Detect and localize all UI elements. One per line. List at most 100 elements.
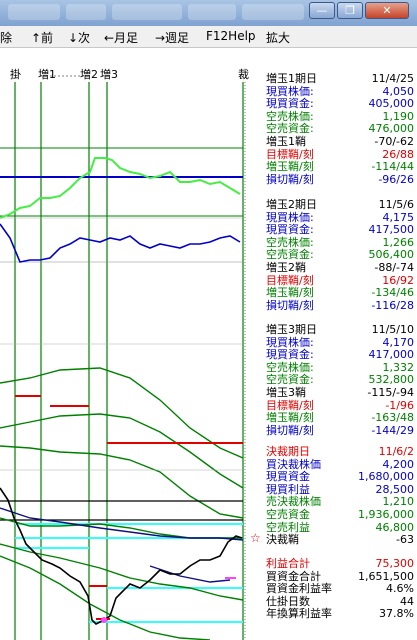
info-label: 損切鞘/刻 (266, 423, 314, 437)
info-label: 現買資金: (266, 348, 314, 362)
info-label: 空売資金: (266, 122, 314, 136)
info-row: 目標鞘/刻 26/88 (266, 148, 414, 161)
info-value: -144/29 (371, 423, 414, 437)
info-label: 現買株価: (266, 210, 314, 224)
info-value: 4,175 (382, 210, 415, 224)
info-value: 532,800 (368, 373, 415, 387)
info-value: 75,300 (375, 557, 415, 570)
info-label: 増玉1期日 (266, 72, 317, 85)
info-panel: 増玉1期日 11/4/25 現買株価: 4,050 現買資金: 405,000 空売株価: 1… (262, 48, 417, 640)
info-label: 仕掛日数 (266, 594, 310, 608)
info-value: 44 (400, 594, 414, 608)
info-row: 現買株価: 4,050 (266, 85, 414, 98)
info-row: 決裁期日 11/6/2 (266, 445, 414, 458)
menu-next[interactable]: ↓次 (68, 29, 90, 46)
close-button[interactable]: ✕ (365, 2, 409, 19)
marker-zou2: 増2 (80, 68, 98, 81)
info-row: 空売資金: 532,800 (266, 373, 414, 386)
info-label: 空売利益 (266, 520, 310, 534)
info-row: 損切鞘/刻 -144/29 (266, 424, 414, 437)
info-value: -116/28 (371, 298, 414, 312)
info-label: 決裁期日 (266, 445, 310, 458)
info-value: 4,200 (382, 457, 415, 471)
info-row: 空売利益 46,800 (266, 521, 414, 534)
info-label: 増玉2期日 (266, 198, 317, 211)
info-label: 空売株価: (266, 235, 314, 249)
info-value: 4,050 (382, 84, 415, 98)
info-value: 417,500 (368, 223, 415, 237)
info-value: 11/4/25 (371, 72, 414, 85)
menu-delete[interactable]: 除 (0, 29, 12, 46)
info-row: 増玉2期日 11/5/6 (266, 198, 414, 211)
info-label: 目標鞘/刻 (266, 147, 314, 161)
info-label: 空売資金: (266, 248, 314, 262)
info-row: 増玉鞘/刻 -114/44 (266, 160, 414, 173)
info-label: 目標鞘/刻 (266, 273, 314, 287)
info-value: 46,800 (375, 520, 415, 534)
info-row: 現買資金: 417,000 (266, 348, 414, 361)
info-label: 現買資金: (266, 97, 314, 111)
info-value: 1,680,000 (358, 470, 414, 484)
info-value: 1,266 (382, 235, 415, 249)
info-label: 現買資金 (266, 470, 310, 484)
info-row: 空売資金: 476,000 (266, 122, 414, 135)
info-row: 売決裁株価 1,210 (266, 495, 414, 508)
info-value: -1/96 (385, 398, 414, 412)
info-label: 目標鞘/刻 (266, 398, 314, 412)
info-value: 1,190 (382, 109, 415, 123)
info-label: 増玉2鞘 (266, 261, 306, 274)
info-value: 1,651,500 (358, 569, 414, 583)
info-row: 増玉1鞘 -70/-62 (266, 135, 414, 148)
info-value: -115/-94 (367, 386, 414, 399)
close-icon: ✕ (382, 4, 392, 17)
info-value: 4,170 (382, 335, 415, 349)
menu-zoom[interactable]: 拡大 (266, 29, 290, 46)
restore-button[interactable]: ❐ (337, 2, 363, 19)
menu-bar: 除 ↑前 ↓次 ←月足 →週足 F12Help 拡大 (0, 26, 417, 48)
info-row: 現買資金 1,680,000 (266, 470, 414, 483)
info-value: 11/6/2 (378, 445, 414, 458)
info-row: 損切鞘/刻 -96/26 (266, 173, 414, 186)
info-label: 決裁鞘 (266, 533, 299, 547)
info-row: 買資金利益率 4.6% (266, 582, 414, 595)
minimize-button[interactable]: — (309, 2, 335, 19)
info-row: 買資金合計 1,651,500 (266, 570, 414, 583)
menu-monthly[interactable]: ←月足 (104, 29, 138, 46)
info-row: 空売株価: 1,190 (266, 110, 414, 123)
info-value: 37.8% (379, 607, 414, 621)
info-row: 買決裁株価 4,200 (266, 458, 414, 471)
menu-weekly[interactable]: →週足 (155, 29, 189, 46)
info-value: 28,500 (375, 482, 415, 496)
info-label: 現買資金: (266, 223, 314, 237)
p3-ma-2 (0, 413, 244, 489)
info-label: 現買株価: (266, 335, 314, 349)
info-row: 損切鞘/刻 -116/28 (266, 299, 414, 312)
info-value: 1,210 (382, 495, 415, 509)
info-row: 増玉3鞘 -115/-94 (266, 386, 414, 399)
p4-price-line (0, 487, 243, 625)
title-blur-2 (66, 4, 106, 20)
info-row: 現買株価: 4,170 (266, 336, 414, 349)
info-row: 空売資金: 506,400 (266, 248, 414, 261)
marker-zou1: 増1 (38, 68, 56, 81)
title-blur-1 (8, 4, 60, 20)
info-row: 増玉鞘/刻 -163/48 (266, 411, 414, 424)
info-value: -88/-74 (374, 261, 414, 274)
info-label: 買決裁株価 (266, 457, 321, 471)
info-value: -114/44 (371, 160, 414, 174)
info-row: 現買利益 28,500 (266, 483, 414, 496)
title-bar: — ❐ ✕ (0, 0, 417, 26)
info-label: 買資金利益率 (266, 582, 332, 596)
info-label: 空売株価: (266, 109, 314, 123)
chart-canvas: 掛 増1 増2 増3 裁 ☆ (0, 67, 262, 640)
info-label: 利益合計 (266, 557, 310, 570)
info-label: 損切鞘/刻 (266, 298, 314, 312)
info-label: 増玉鞘/刻 (266, 411, 314, 425)
menu-help[interactable]: F12Help (206, 29, 256, 43)
p4-ma-4 (0, 555, 211, 640)
menu-prev[interactable]: ↑前 (31, 29, 53, 46)
title-blur-4 (188, 4, 236, 20)
info-row: 空売資金 1,936,000 (266, 508, 414, 521)
exit-annotation: ☆♪♪ (250, 531, 262, 545)
p4-entry-dot (101, 617, 107, 623)
